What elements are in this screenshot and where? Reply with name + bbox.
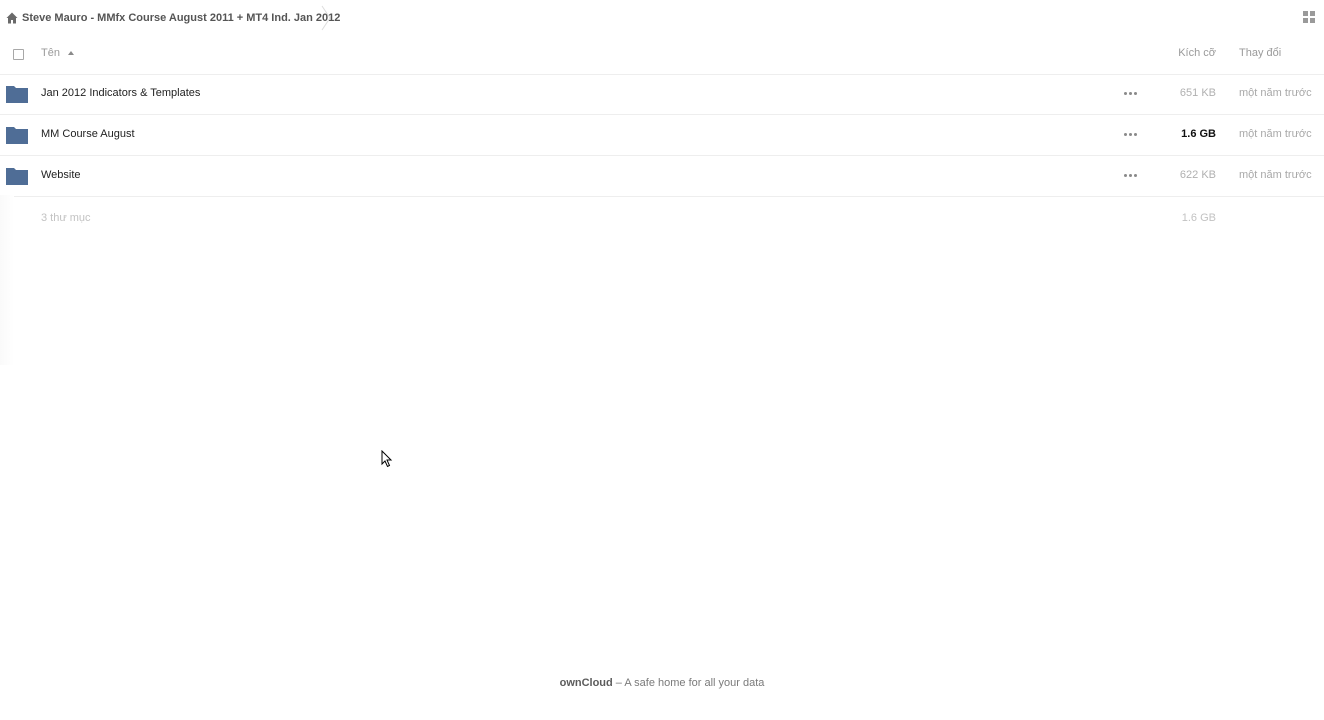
file-size: 1.6 GB (1181, 128, 1216, 140)
file-modified: một năm trước (1239, 169, 1312, 181)
folder-icon (6, 127, 28, 144)
column-header-size[interactable]: Kích cỡ (1178, 47, 1216, 59)
summary-total-size: 1.6 GB (1181, 212, 1216, 224)
file-summary: 3 thư mục 1.6 GB (0, 195, 1324, 241)
owncloud-files-page: Steve Mauro - MMfx Course August 2011 + … (0, 0, 1324, 720)
file-name[interactable]: Website (41, 169, 81, 181)
file-list: Jan 2012 Indicators & Templates 651 KB m… (0, 74, 1324, 197)
file-table-header: Tên Kích cỡ Thay đổi (0, 36, 1324, 75)
file-size: 651 KB (1179, 87, 1216, 99)
file-name[interactable]: Jan 2012 Indicators & Templates (41, 87, 200, 99)
grid-view-icon[interactable] (1303, 11, 1317, 25)
breadcrumb-current-folder[interactable]: Steve Mauro - MMfx Course August 2011 + … (6, 8, 340, 28)
breadcrumb-separator-icon (321, 5, 331, 31)
sort-ascending-icon (67, 51, 74, 55)
column-header-name-label: Tên (41, 47, 60, 59)
footer-tagline: – A safe home for all your data (612, 677, 765, 689)
home-icon (6, 12, 18, 24)
column-header-modified[interactable]: Thay đổi (1239, 47, 1281, 59)
folder-icon (6, 168, 28, 185)
select-all-checkbox[interactable] (13, 49, 24, 60)
breadcrumb: Steve Mauro - MMfx Course August 2011 + … (0, 0, 1324, 36)
file-modified: một năm trước (1239, 128, 1312, 140)
folder-icon (6, 86, 28, 103)
summary-folder-count: 3 thư mục (41, 212, 91, 224)
file-size: 622 KB (1179, 169, 1216, 181)
footer: ownCloud – A safe home for all your data (0, 677, 1324, 689)
breadcrumb-label: Steve Mauro - MMfx Course August 2011 + … (22, 12, 341, 24)
more-actions-icon[interactable] (1124, 92, 1137, 96)
table-row[interactable]: MM Course August 1.6 GB một năm trước (0, 115, 1324, 156)
table-row[interactable]: Jan 2012 Indicators & Templates 651 KB m… (0, 74, 1324, 115)
file-name[interactable]: MM Course August (41, 128, 135, 140)
file-modified: một năm trước (1239, 87, 1312, 99)
table-row[interactable]: Website 622 KB một năm trước (0, 156, 1324, 197)
more-actions-icon[interactable] (1124, 174, 1137, 178)
mouse-cursor-icon (381, 450, 393, 468)
more-actions-icon[interactable] (1124, 133, 1137, 137)
column-header-name[interactable]: Tên (41, 47, 74, 59)
footer-brand-link[interactable]: ownCloud (560, 677, 613, 689)
